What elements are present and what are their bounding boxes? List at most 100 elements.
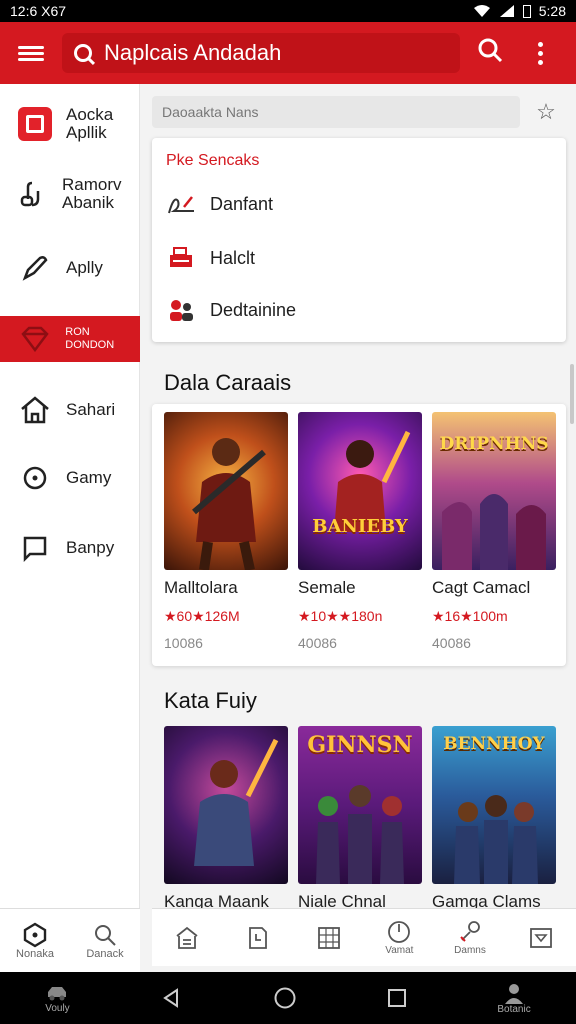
dropdown-menu: Pke Sencaks Danfant Halclt Dedtainine (152, 138, 566, 342)
chat-icon (18, 531, 52, 565)
game-art-title: GINNSN (307, 732, 413, 758)
tab-damns[interactable]: Damns (435, 909, 506, 966)
game-rating: ★10★★180n (298, 608, 383, 624)
tab-store[interactable] (152, 909, 223, 966)
game-art-title: DRIPNHNS (439, 434, 549, 454)
dropdown-item-label: Halclt (210, 247, 256, 268)
search-bar[interactable]: Naplcais Andadah (62, 33, 460, 73)
app-bar: Naplcais Andadah (0, 22, 576, 84)
circle-dot-icon (18, 461, 52, 495)
sidebar-item-memory[interactable]: Ramorv Abanik (0, 164, 140, 224)
car-icon (48, 986, 67, 1000)
game-downloads: 40086 (298, 635, 337, 651)
more-options-button[interactable] (520, 41, 560, 65)
game-downloads: 10086 (164, 635, 203, 651)
game-thumbnail: BANIEBY (298, 412, 422, 570)
game-title: Malltolara (164, 578, 238, 597)
sidebar-item-company[interactable]: Banpy (0, 518, 140, 578)
sidebar-item-home[interactable]: Sahari (0, 380, 140, 440)
game-title: Semale (298, 578, 356, 597)
section-title: Kata Fuiy (164, 688, 257, 713)
game-art-title: BENNHOY (443, 734, 545, 754)
bottom-tab-bar: Vamat Damns (152, 908, 576, 966)
app-icon (18, 107, 52, 141)
signature-icon (166, 189, 196, 219)
sidebar-item-label: Banpy (66, 538, 115, 557)
nav-danack[interactable]: Danack (70, 909, 140, 972)
sidebar-item-label: Aocka Apllik (66, 105, 114, 142)
hexagon-icon (22, 922, 48, 948)
nav-botanic[interactable]: Botanic (497, 982, 531, 1015)
game-title: Cagt Camacl (432, 578, 531, 597)
register-icon (166, 243, 196, 273)
shield-icon (528, 925, 554, 951)
dropdown-item[interactable]: Danfant (166, 184, 546, 224)
hamburger-icon (18, 43, 44, 64)
tab-label: Vamat (385, 945, 414, 956)
sidebar-item-label: Ramorv Abanik (62, 175, 122, 212)
sidebar-item-games[interactable]: Gamy (0, 448, 140, 508)
nav-label: Danack (86, 947, 124, 960)
sidebar-item-label: Gamy (66, 468, 112, 487)
recents-icon[interactable] (387, 988, 407, 1008)
status-time: 12:6 X67 (10, 3, 67, 19)
game-card[interactable]: DRIPNHNS Cagt Camacl ★16★100m 40086 (432, 412, 558, 651)
sidebar-bottom-nav: Nonaka Danack (0, 908, 140, 972)
dot-icon (537, 50, 543, 56)
main-content: Daoaakta Nans ☆ Pke Sencaks Danfant Halc… (140, 84, 576, 972)
status-bar: 12:6 X67 5:28 (0, 0, 576, 22)
search-button[interactable] (460, 37, 520, 70)
tab-shield[interactable] (505, 909, 576, 966)
home-nav-icon[interactable] (273, 986, 297, 1010)
search-text: Naplcais Andadah (104, 40, 282, 65)
magnifier-icon (92, 922, 118, 948)
battery-icon (522, 4, 531, 18)
nav-nonaka[interactable]: Nonaka (0, 909, 70, 972)
game-downloads: 40086 (432, 635, 471, 651)
game-card[interactable]: BENNHOY Gamga Clams (432, 726, 558, 912)
menu-button[interactable] (0, 22, 62, 84)
scrollbar[interactable] (570, 364, 574, 424)
sidebar-item-apply[interactable]: Aplly (0, 238, 140, 298)
search-bar-icon (74, 44, 92, 62)
nav-label: Botanic (497, 1003, 531, 1015)
game-card[interactable]: GINNSN Niale Chnal (298, 726, 424, 912)
dropdown-item[interactable]: Dedtainine (166, 290, 546, 330)
sidebar: Aocka Apllik Ramorv Abanik Aplly RON DON… (0, 84, 140, 972)
tab-vamat[interactable]: Vamat (364, 909, 435, 966)
favorite-button[interactable]: ☆ (530, 96, 562, 128)
user-group-icon (166, 295, 196, 325)
sidebar-item-active[interactable]: RON DONDON (0, 316, 140, 362)
person-icon (505, 983, 524, 1004)
nav-vouly[interactable]: Vouly (45, 983, 70, 1014)
game-thumbnail (164, 726, 288, 884)
game-card[interactable]: Malltolara ★60★126M 10086 (164, 412, 290, 651)
gem-icon (18, 322, 51, 356)
star-icon: ☆ (536, 99, 556, 124)
game-card[interactable]: Kanga Maank (164, 726, 290, 912)
game-rating: ★60★126M (164, 608, 240, 624)
sidebar-item-label: RON DONDON (65, 326, 115, 351)
filter-input[interactable]: Daoaakta Nans (152, 96, 520, 128)
document-icon (245, 925, 271, 951)
search-icon (478, 38, 503, 62)
nav-label: Vouly (45, 1002, 70, 1014)
filter-placeholder: Daoaakta Nans (162, 104, 259, 120)
dropdown-item-label: Dedtainine (210, 299, 297, 320)
tab-library[interactable] (293, 909, 364, 966)
section-title: Dala Caraais (164, 370, 292, 395)
tab-label: Damns (454, 945, 486, 956)
tab-updates[interactable] (223, 909, 294, 966)
sidebar-item-apps[interactable]: Aocka Apllik (0, 94, 140, 154)
game-card[interactable]: BANIEBY Semale ★10★★180n 40086 (298, 412, 424, 651)
sidebar-item-label: Sahari (66, 400, 116, 419)
dropdown-item[interactable]: Halclt (166, 238, 546, 278)
sidebar-item-label: Aplly (66, 258, 103, 277)
back-icon[interactable] (160, 987, 182, 1009)
game-thumbnail: GINNSN (298, 726, 422, 884)
system-nav-bar: Vouly Botanic (0, 972, 576, 1024)
tools-icon (457, 919, 483, 945)
home-icon (18, 393, 52, 427)
store-icon (174, 925, 200, 951)
dropdown-item-label: Danfant (210, 193, 274, 214)
